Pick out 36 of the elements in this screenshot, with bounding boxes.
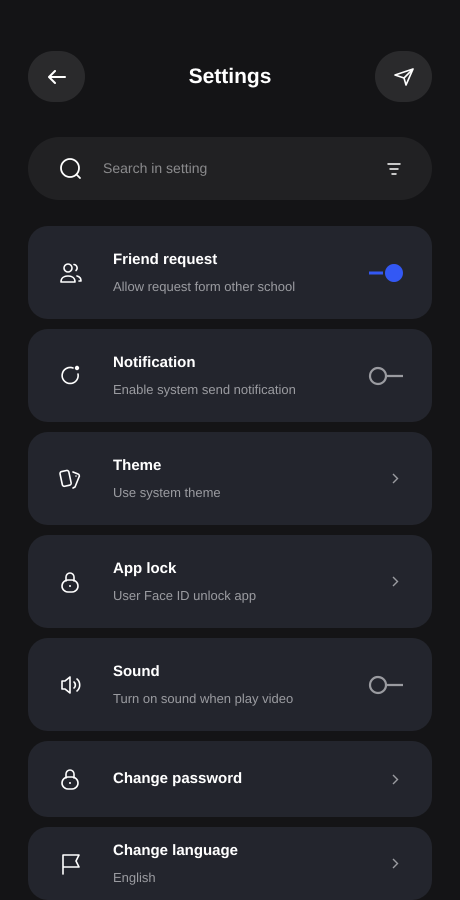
setting-card[interactable]: App lock User Face ID unlock app <box>28 535 432 628</box>
paper-plane-icon <box>394 68 414 86</box>
setting-description: Turn on sound when play video <box>113 690 294 708</box>
setting-description: Enable system send notification <box>113 380 297 399</box>
chevron-right-icon <box>392 774 399 784</box>
setting-description: English <box>113 868 157 887</box>
setting-description: Use system theme <box>113 484 222 502</box>
setting-title: Notification <box>113 353 196 373</box>
toggle-switch[interactable] <box>368 262 404 282</box>
setting-description: Allow request form other school <box>113 278 296 296</box>
setting-title: App lock <box>113 559 178 579</box>
setting-title: Change password <box>113 768 244 789</box>
setting-title: Friend request <box>113 250 218 270</box>
setting-card[interactable]: Notification Enable system send notification <box>28 329 432 422</box>
back-arrow-icon <box>48 70 66 84</box>
setting-title: Theme <box>113 456 162 476</box>
setting-card[interactable]: Theme Use system theme <box>28 432 432 525</box>
setting-card[interactable]: Sound Turn on sound when play video <box>28 638 432 731</box>
toggle-switch[interactable] <box>368 674 404 694</box>
setting-card[interactable]: Change password <box>28 741 432 817</box>
people-icon <box>59 260 83 284</box>
setting-card[interactable]: Change language English <box>28 827 432 900</box>
setting-description: User Face ID unlock app <box>113 586 258 605</box>
toggle-switch[interactable] <box>368 366 404 386</box>
page-title: Settings <box>188 64 272 90</box>
search-icon <box>59 156 83 180</box>
setting-title: Change language <box>113 841 240 861</box>
filter-icon[interactable] <box>387 162 401 174</box>
chevron-right-icon <box>392 473 399 484</box>
flag-icon <box>59 852 83 876</box>
chevron-right-icon <box>392 858 399 869</box>
search-field[interactable]: Search in setting <box>103 158 387 179</box>
cards-icon <box>59 466 83 490</box>
setting-card[interactable]: Friend request Allow request form other school <box>28 226 432 319</box>
setting-title: Sound <box>113 662 161 682</box>
chevron-right-icon <box>392 576 399 587</box>
